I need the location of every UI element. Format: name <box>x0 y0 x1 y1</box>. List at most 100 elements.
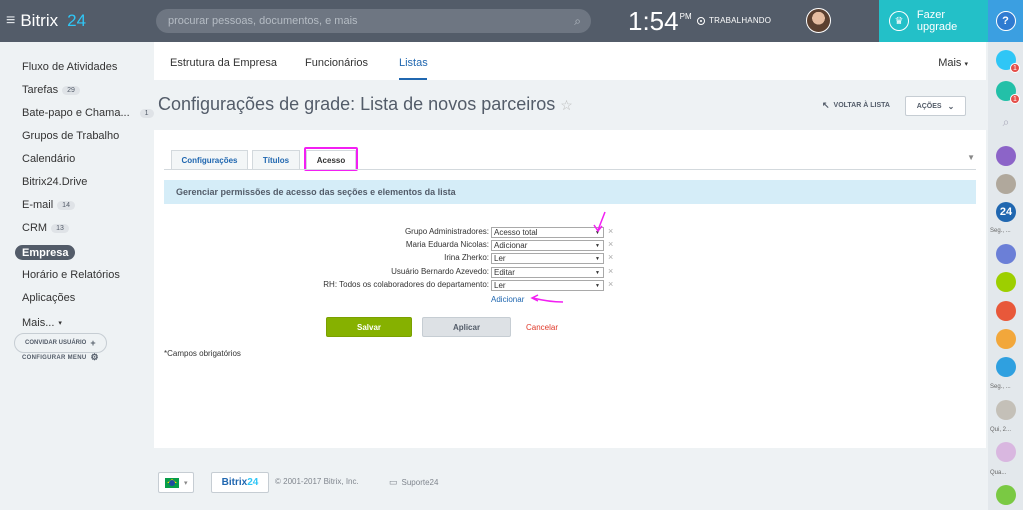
clock[interactable]: 1:54PM <box>628 6 692 37</box>
upgrade-label: Fazer upgrade <box>916 9 958 33</box>
remove-icon[interactable]: × <box>608 266 613 276</box>
section-header: Gerenciar permissões de acesso das seçõe… <box>164 180 976 204</box>
configure-menu-button[interactable]: CONFIGURAR MENU ⚙ <box>22 352 99 363</box>
messenger-icon[interactable]: 1 <box>996 81 1020 104</box>
sidebar-count-badge: 13 <box>51 223 69 233</box>
apply-button[interactable]: Aplicar <box>422 317 511 337</box>
user-avatar[interactable] <box>806 8 831 33</box>
arrow-to-add-link <box>530 294 564 303</box>
permission-row: Irina Zherko: Ler × <box>154 252 986 265</box>
remove-icon[interactable]: × <box>608 239 613 249</box>
lock-chat-icon[interactable] <box>996 272 1016 292</box>
sidebar-item-calendar[interactable]: Calendário <box>22 153 75 165</box>
sidebar-item-workgroups[interactable]: Grupos de Trabalho <box>22 130 119 142</box>
tab-configuracoes[interactable]: Configurações <box>171 150 248 170</box>
upgrade-button[interactable]: ♛ Fazer upgrade <box>879 0 988 42</box>
chat-label-3: Qui, 2... <box>990 427 1012 433</box>
tab-titulos[interactable]: Títulos <box>252 150 300 170</box>
sidebar-item-label: Fluxo de Atividades <box>22 61 118 73</box>
search-input[interactable] <box>156 9 591 33</box>
add-permission-link[interactable]: Adicionar <box>491 295 524 304</box>
permission-subject: Grupo Administradores: <box>404 227 489 236</box>
sidebar-item-label: Bate-papo e Chama... <box>22 107 130 119</box>
sidebar-item-label: Grupos de Trabalho <box>22 130 120 142</box>
user-avatar-2[interactable] <box>996 174 1016 194</box>
logo-number: 24 <box>67 11 87 30</box>
star-icon[interactable]: ☆ <box>560 97 573 113</box>
language-selector[interactable]: ▾ <box>158 472 194 493</box>
sidebar-count-badge: 14 <box>57 200 75 210</box>
search-icon[interactable]: ⌕ <box>574 14 581 29</box>
sidebar-item-label: Aplicações <box>22 292 76 304</box>
sidebar-count-badge: 29 <box>62 85 80 95</box>
back-to-list-link[interactable]: ↖ VOLTAR À LISTA <box>822 100 890 111</box>
search-box[interactable]: ⌕ <box>156 9 591 33</box>
save-button[interactable]: Salvar <box>326 317 412 337</box>
sidebar-item-label: Horário e Relatórios <box>22 269 120 281</box>
user-avatar-5[interactable] <box>996 400 1016 420</box>
support-link[interactable]: ▭ Suporte24 <box>389 477 438 488</box>
b24-chat-icon[interactable]: 24 <box>996 202 1016 222</box>
user-avatar-6[interactable] <box>996 442 1016 462</box>
sidebar-item-drive[interactable]: Bitrix24.Drive <box>22 176 87 188</box>
help-button[interactable]: ? <box>988 0 1023 42</box>
chat-label-2: Seg., ... <box>990 384 1011 390</box>
messenger-badge: 1 <box>1010 94 1020 104</box>
permission-select[interactable]: Acesso total <box>491 227 604 238</box>
permission-row: RH: Todos os colaboradores do departamen… <box>154 279 986 292</box>
logo[interactable]: ≡ Bitrix 24 <box>6 11 86 31</box>
remove-icon[interactable]: × <box>608 252 613 262</box>
footer-brand-button[interactable]: Bitrix 24 <box>211 472 269 493</box>
sidebar-item-company[interactable]: Empresa <box>15 245 76 260</box>
status-icon <box>697 16 705 25</box>
sidebar-item-tasks[interactable]: Tarefas 29 <box>22 84 80 96</box>
remove-icon[interactable]: × <box>608 279 613 289</box>
permission-select[interactable]: Ler <box>491 253 604 264</box>
actions-label: AÇÕES <box>916 102 942 110</box>
tab-highlight-annotation <box>304 147 358 171</box>
actions-button[interactable]: AÇÕES ⌄ <box>905 96 966 116</box>
sidebar-item-applications[interactable]: Aplicações <box>22 292 75 304</box>
plus-icon: + <box>90 338 96 348</box>
megaphone-icon[interactable] <box>996 244 1016 264</box>
chevron-down-icon: ⌄ <box>947 101 955 111</box>
chat-label-1: Seg., ... <box>990 228 1011 234</box>
tab-employees[interactable]: Funcionários <box>305 57 368 69</box>
sidebar-item-email[interactable]: E-mail 14 <box>22 199 75 211</box>
gear-icon: ⚙ <box>90 352 99 362</box>
chevron-down-icon: ▾ <box>58 320 62 327</box>
tab-company-structure[interactable]: Estrutura da Empresa <box>170 57 277 69</box>
sidebar-count-badge: 1 <box>139 108 154 118</box>
permission-select[interactable]: Adicionar <box>491 240 604 251</box>
permission-select[interactable]: Ler <box>491 280 604 291</box>
section-tabs: Estrutura da Empresa Funcionários Listas… <box>154 42 986 80</box>
user-avatar-1[interactable] <box>996 146 1016 166</box>
search-contacts-icon[interactable]: ⌕ <box>996 112 1016 132</box>
sidebar-item-label: Tarefas <box>22 84 59 96</box>
more-tabs-button[interactable]: Mais ▾ <box>938 57 968 69</box>
sidebar-item-more[interactable]: Mais... ▾ <box>22 317 62 329</box>
cancel-button[interactable]: Cancelar <box>522 317 562 337</box>
tab-lists[interactable]: Listas <box>399 57 428 69</box>
collapse-icon[interactable]: ▼ <box>967 153 975 162</box>
permission-subject: Irina Zherko: <box>444 253 489 262</box>
menu-icon[interactable]: ≡ <box>6 12 15 30</box>
user-avatar-3[interactable] <box>996 301 1016 321</box>
sidebar-item-chat[interactable]: Bate-papo e Chama... 1 <box>22 107 154 119</box>
page-title-text: Configurações de grade: Lista de novos p… <box>158 94 556 114</box>
sidebar-item-activity-stream[interactable]: Fluxo de Atividades <box>22 61 117 73</box>
phone-icon[interactable] <box>996 485 1016 505</box>
permission-subject: RH: Todos os colaboradores do departamen… <box>323 280 489 289</box>
work-status[interactable]: TRABALHANDO <box>697 16 771 25</box>
permission-select[interactable]: Editar <box>491 267 604 278</box>
copyright-text: © 2001-2017 Bitrix, Inc. <box>275 477 359 486</box>
lock-chat-icon-2[interactable] <box>996 357 1016 377</box>
sidebar-item-crm[interactable]: CRM 13 <box>22 222 69 234</box>
user-avatar-4[interactable] <box>996 329 1016 349</box>
remove-icon[interactable]: × <box>608 226 613 236</box>
invite-user-button[interactable]: CONVIDAR USUÁRIO + <box>14 333 107 353</box>
notifications-icon[interactable]: 1 <box>996 50 1020 73</box>
sidebar-item-label: Mais... <box>22 317 55 329</box>
sidebar-item-time-reports[interactable]: Horário e Relatórios <box>22 269 120 281</box>
chat-label-4: Qua... <box>990 470 1007 476</box>
